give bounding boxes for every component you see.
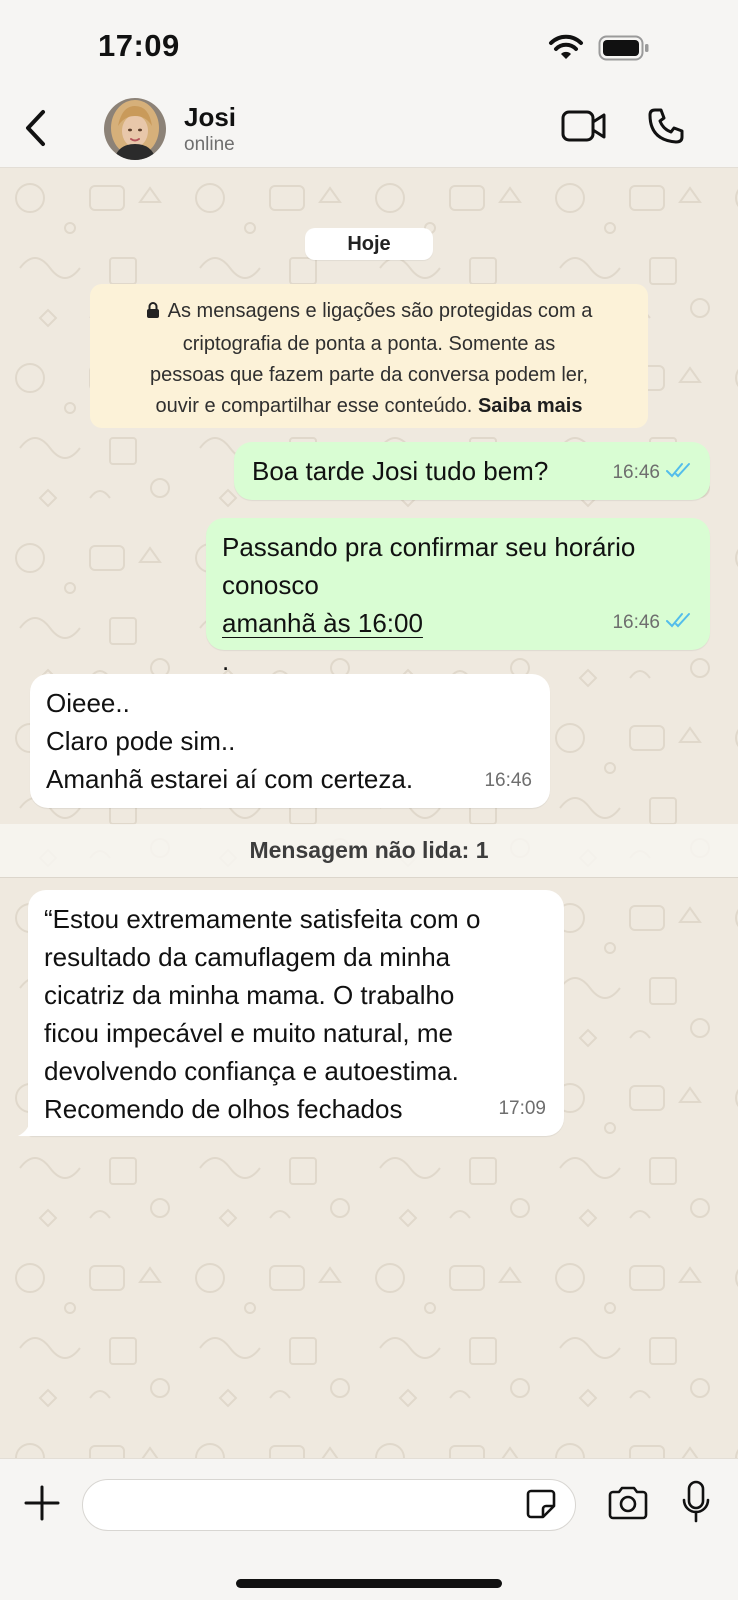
plus-icon bbox=[24, 1485, 60, 1526]
message-time: 16:46 bbox=[484, 770, 532, 791]
message-text: “Estou extremamente satisfeita com o bbox=[44, 904, 481, 934]
learn-more-link[interactable]: Saiba mais bbox=[478, 395, 583, 417]
home-indicator bbox=[236, 1579, 502, 1588]
contact-status: online bbox=[184, 134, 235, 155]
unread-divider: Mensagem não lida: 1 bbox=[0, 824, 738, 878]
top-bar: 17:09 Josi online bbox=[0, 0, 738, 168]
lock-icon bbox=[146, 298, 160, 329]
message-bubble-incoming[interactable]: Oieee.. Claro pode sim.. Amanhã estarei … bbox=[30, 674, 550, 808]
battery-icon bbox=[598, 35, 650, 66]
video-call-button[interactable] bbox=[560, 108, 608, 148]
attach-button[interactable] bbox=[20, 1483, 64, 1527]
avatar[interactable] bbox=[104, 98, 166, 160]
message-text: cicatriz da minha mama. O trabalho bbox=[44, 980, 455, 1010]
wifi-icon bbox=[548, 34, 584, 67]
message-bubble-outgoing[interactable]: Boa tarde Josi tudo bem? 16:46 bbox=[234, 442, 710, 500]
message-bubble-outgoing[interactable]: Passando pra confirmar seu horário conos… bbox=[206, 518, 710, 714]
sticker-button[interactable] bbox=[522, 1487, 560, 1525]
message-text: Claro pode sim.. bbox=[46, 726, 236, 756]
message-text: conosco bbox=[222, 570, 319, 600]
message-text: devolvendo confiança e autoestima. bbox=[44, 1056, 459, 1086]
voice-call-icon bbox=[647, 107, 685, 150]
sticker-icon bbox=[525, 1488, 557, 1525]
camera-button[interactable] bbox=[606, 1485, 650, 1525]
date-chip: Hoje bbox=[305, 228, 433, 260]
input-bar bbox=[0, 1458, 738, 1600]
message-input[interactable] bbox=[82, 1479, 576, 1531]
notice-line: pessoas que fazem parte da conversa pode… bbox=[149, 364, 589, 386]
contact-name[interactable]: Josi bbox=[184, 102, 236, 133]
chat-area[interactable]: Hoje As mensagens e ligações são protegi… bbox=[0, 168, 738, 1458]
bubble-tail bbox=[18, 1118, 38, 1136]
microphone-icon bbox=[681, 1480, 711, 1529]
double-check-icon bbox=[666, 604, 692, 642]
notice-line: As mensagens e ligações são protegidas c… bbox=[167, 300, 593, 322]
microphone-button[interactable] bbox=[676, 1479, 716, 1529]
message-text: Passando pra confirmar seu horário bbox=[222, 532, 636, 562]
back-icon bbox=[23, 108, 49, 153]
message-text: Recomendo de olhos fechados bbox=[44, 1094, 403, 1124]
notice-line: criptografia de ponta a ponta. Somente a… bbox=[182, 333, 556, 355]
encryption-notice[interactable]: As mensagens e ligações são protegidas c… bbox=[90, 284, 648, 428]
message-text: resultado da camuflagem da minha bbox=[44, 942, 451, 972]
message-time: 16:46 bbox=[612, 462, 660, 483]
double-check-icon bbox=[666, 454, 692, 492]
message-bubble-incoming[interactable]: “Estou extremamente satisfeita com o res… bbox=[28, 890, 564, 1136]
message-text: Oieee.. bbox=[46, 688, 130, 718]
message-text: Amanhã estarei aí com certeza. bbox=[46, 764, 414, 794]
back-button[interactable] bbox=[18, 104, 54, 156]
notice-line: ouvir e compartilhar esse conteúdo. bbox=[155, 395, 473, 417]
message-time: 16:46 bbox=[612, 612, 660, 633]
status-icons bbox=[548, 34, 650, 67]
video-call-icon bbox=[561, 109, 607, 148]
message-time: 17:09 bbox=[498, 1098, 546, 1119]
voice-call-button[interactable] bbox=[644, 106, 688, 150]
message-text: ficou impecável e muito natural, me bbox=[44, 1018, 453, 1048]
status-time: 17:09 bbox=[98, 28, 180, 63]
camera-icon bbox=[607, 1486, 649, 1525]
